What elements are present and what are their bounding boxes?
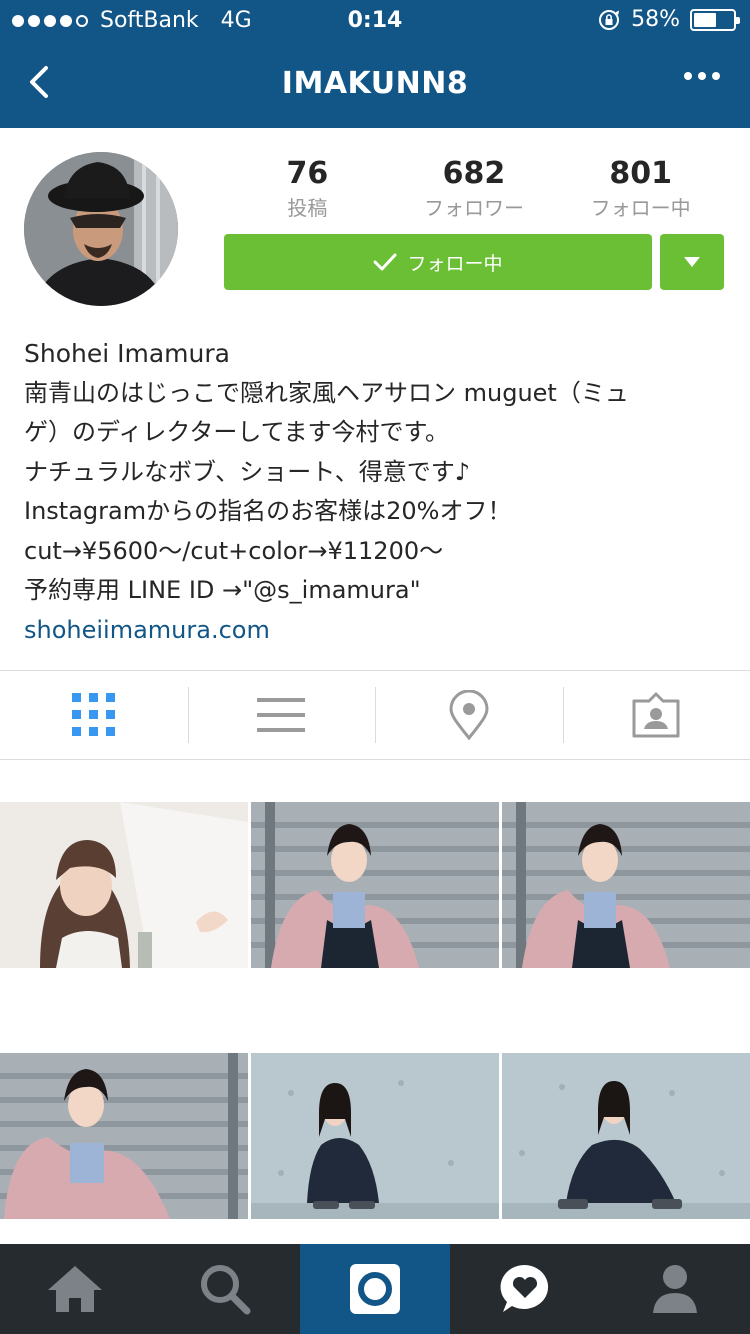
tab-search[interactable]: [150, 1244, 300, 1334]
tab-profile[interactable]: [600, 1244, 750, 1334]
list-icon: [257, 698, 306, 732]
bio-line: ゲ）のディレクターしてます今村です。: [24, 418, 450, 446]
profile-view-tabs: [0, 670, 750, 760]
tab-activity[interactable]: [450, 1244, 600, 1334]
bio-line: Instagramからの指名のお客様は20%オフ！: [24, 497, 512, 525]
top-bar: SoftBank 4G 0:14 58% IMAKUNN8: [0, 0, 750, 128]
camera-icon: [350, 1264, 400, 1314]
tab-map[interactable]: [375, 671, 563, 759]
post-thumbnail[interactable]: [251, 802, 499, 968]
heart-bubble-icon: [500, 1264, 549, 1312]
tab-home[interactable]: [0, 1244, 150, 1334]
profile-username-title: IMAKUNN8: [281, 66, 469, 101]
post-thumbnail[interactable]: [0, 802, 248, 968]
triangle-down-icon: [684, 257, 700, 267]
search-icon: [201, 1265, 251, 1315]
profile-bio: Shohei Imamura 南青山のはじっこで隠れ家風ヘアサロン muguet…: [24, 334, 724, 650]
location-pin-icon: [449, 690, 489, 740]
battery-icon: [690, 8, 740, 31]
posts-count-value: 76: [286, 156, 329, 191]
followers-count[interactable]: 682 フォロワー: [394, 156, 554, 221]
tagged-person-icon: [632, 692, 680, 738]
bio-line: ナチュラルなボブ、ショート、得意です♪: [24, 457, 471, 486]
navigation-bar: IMAKUNN8: [0, 40, 750, 128]
following-count-label: フォロー中: [590, 196, 691, 220]
status-bar: SoftBank 4G 0:14 58%: [0, 0, 750, 40]
followers-count-value: 682: [442, 156, 506, 191]
profile-icon: [653, 1265, 697, 1313]
post-thumbnail[interactable]: [251, 1053, 499, 1219]
followers-count-label: フォロワー: [423, 196, 524, 220]
bio-line: 南青山のはじっこで隠れ家風ヘアサロン muguet（ミュ: [24, 378, 629, 407]
tab-tagged[interactable]: [562, 671, 750, 759]
tab-grid[interactable]: [0, 671, 188, 759]
avatar[interactable]: [24, 152, 178, 306]
bio-line: cut→¥5600〜/cut+color→¥11200〜: [24, 536, 444, 565]
rotation-lock-icon: [599, 9, 620, 30]
posts-count-label: 投稿: [287, 196, 328, 220]
profile-stats: 76 投稿 682 フォロワー 801 フォロー中: [224, 156, 724, 221]
post-thumbnail[interactable]: [502, 1053, 750, 1219]
checkmark-icon: [373, 253, 397, 271]
bio-line: 予約専用 LINE ID →"@s_imamura": [24, 576, 421, 604]
profile-full-name: Shohei Imamura: [24, 339, 230, 368]
tab-camera[interactable]: [300, 1244, 450, 1334]
post-thumbnail[interactable]: [0, 1053, 248, 1219]
tab-list[interactable]: [187, 671, 376, 759]
home-icon: [48, 1266, 102, 1312]
bottom-tab-bar: [0, 1244, 750, 1334]
website-link[interactable]: shoheiimamura.com: [24, 611, 724, 651]
post-thumbnail[interactable]: [502, 802, 750, 968]
following-button-label: フォロー中: [407, 252, 503, 275]
following-count-value: 801: [609, 156, 672, 191]
posts-count[interactable]: 76 投稿: [227, 156, 387, 221]
battery-percent: 58%: [631, 7, 680, 32]
following-button[interactable]: フォロー中: [224, 234, 652, 290]
more-options-icon[interactable]: [684, 72, 720, 80]
suggestions-dropdown-button[interactable]: [660, 234, 724, 290]
grid-icon: [71, 693, 115, 736]
following-count[interactable]: 801 フォロー中: [561, 156, 721, 221]
